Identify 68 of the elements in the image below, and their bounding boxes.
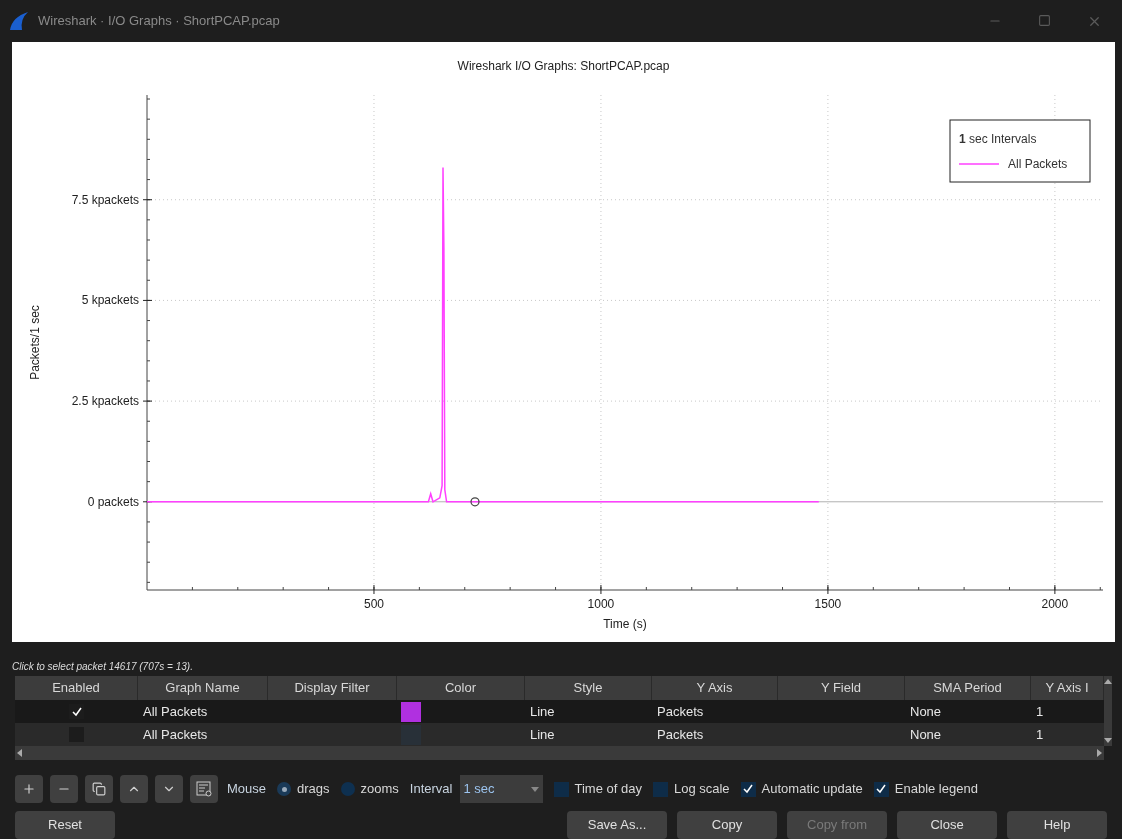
duplicate-button[interactable] (85, 775, 113, 803)
table-cell-text: Packets (657, 702, 704, 721)
fin-icon (8, 11, 30, 31)
interval-label: Interval (409, 780, 453, 799)
dialog-button[interactable]: Close (897, 811, 997, 839)
checkbox-label[interactable]: Time of day (574, 779, 642, 799)
x-tick-label: 2000 (1041, 597, 1069, 611)
radio-label[interactable]: drags (297, 779, 330, 799)
table-cell-text: None (910, 725, 942, 744)
y-tick-label: 5 kpackets (81, 293, 139, 308)
legend-label: All Packets (1008, 157, 1068, 171)
y-tick-label: 0 packets (87, 494, 139, 509)
mode-radio[interactable] (277, 782, 292, 796)
horizontal-scrollbar[interactable] (15, 746, 1104, 760)
table-cell-text: None (910, 702, 942, 721)
scroll-up-icon[interactable] (1104, 679, 1112, 685)
add-button[interactable] (15, 775, 43, 803)
copy-icon (92, 782, 106, 796)
check-icon (876, 784, 887, 794)
dialog-button[interactable]: Help (1007, 811, 1107, 839)
checkbox-label[interactable]: Automatic update (761, 779, 863, 799)
x-axis-label: Time (s) (603, 617, 647, 631)
x-tick-label: 500 (363, 597, 384, 611)
table-cell-text: 1 (1036, 725, 1044, 744)
interval-dropdown[interactable]: 1 sec (459, 775, 543, 803)
check-icon (71, 706, 82, 717)
check-icon (743, 784, 754, 794)
option-checkbox[interactable] (873, 781, 889, 797)
mouse-label: Mouse (227, 780, 267, 799)
dialog-button[interactable]: Copy (677, 811, 777, 839)
scroll-left-icon[interactable] (17, 749, 23, 757)
vertical-scrollbar[interactable] (1104, 676, 1112, 746)
x-tick-label: 1000 (587, 597, 615, 611)
dropdown-caret-icon (530, 786, 539, 792)
move-down-button[interactable] (155, 775, 183, 803)
form-icon (196, 781, 212, 797)
checkbox-label[interactable]: Log scale (673, 779, 730, 799)
table-cell-text: Line (530, 725, 555, 744)
table-cell-text: Line (530, 702, 555, 721)
checkbox-label[interactable]: Enable legend (894, 779, 978, 799)
color-swatch[interactable] (401, 701, 421, 722)
move-up-button[interactable] (120, 775, 148, 803)
mode-radio[interactable] (340, 782, 355, 796)
status-text: Click to select packet 14617 (707s = 13). (12, 660, 193, 674)
x-tick-label: 1500 (814, 597, 842, 611)
scroll-right-icon[interactable] (1096, 749, 1102, 757)
table-cell-text: Packets (657, 725, 704, 744)
dialog-button[interactable]: Save As... (567, 811, 667, 839)
scroll-down-icon[interactable] (1104, 737, 1112, 743)
option-checkbox[interactable] (652, 781, 668, 797)
window-title: Wireshark · I/O Graphs · ShortPCAP.pcap (38, 12, 280, 31)
maximize-icon[interactable] (1038, 13, 1051, 27)
radio-label[interactable]: zooms (360, 779, 399, 799)
table-cell-text: All Packets (143, 725, 208, 744)
dialog-button[interactable]: Reset (15, 811, 115, 839)
clear-button[interactable] (190, 775, 218, 803)
y-axis-label: Packets/1 sec (28, 305, 42, 380)
y-tick-label: 2.5 kpackets (71, 394, 139, 409)
legend-interval: 1 sec Intervals (959, 132, 1037, 146)
table-cell-text: All Packets (143, 702, 208, 721)
option-checkbox[interactable] (740, 781, 756, 797)
remove-button[interactable] (50, 775, 78, 803)
plus-icon (22, 782, 36, 796)
tracer-icon (470, 497, 480, 507)
color-swatch[interactable] (401, 724, 421, 745)
option-checkbox[interactable] (553, 781, 569, 797)
table-cell-text: 1 (1036, 702, 1044, 721)
y-tick-label: 7.5 kpackets (71, 192, 139, 207)
